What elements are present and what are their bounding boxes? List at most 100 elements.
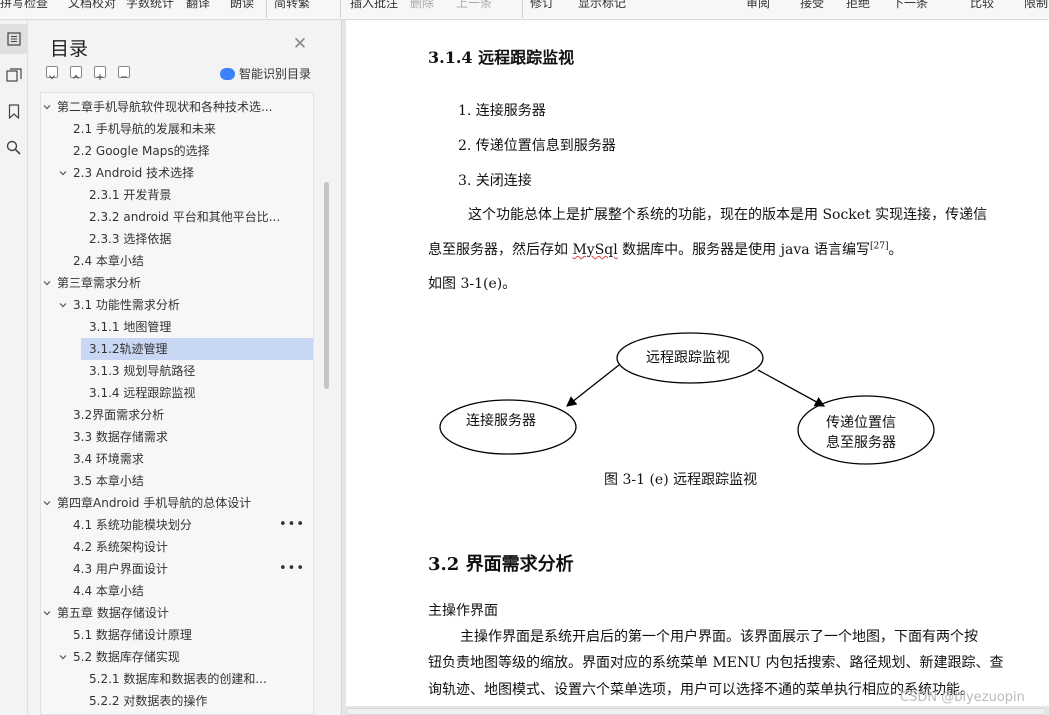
toc-scrollbar[interactable] [324,182,329,389]
chapter-icon [5,68,22,82]
smart-toc-button[interactable]: 智能识别目录 [220,65,311,82]
toc-item[interactable]: 第四章Android 手机导航的总体设计 [41,492,313,514]
toc-item-label: 第三章需求分析 [57,276,142,290]
toc-item[interactable]: 4.2 系统架构设计 [41,536,313,558]
toc-panel-button[interactable] [0,24,27,54]
bookmark-icon [8,103,19,119]
toc-item-label: 2.3 Android 技术选择 [73,166,195,180]
proofread-button[interactable]: 文档校对 [68,0,116,11]
toc-item[interactable]: 5.1 数据存储设计原理 [41,624,313,646]
toc-item[interactable]: 2.3.2 android 平台和其他平台比... [81,206,313,228]
toc-item[interactable]: 4.1 系统功能模块划分 ••• [41,514,313,536]
paragraph-line: 询轨迹、地图模式、设置六个菜单选项，用户可以选择不通的菜单执行相应的系统功能。 [428,682,974,698]
remove-heading-button[interactable] [118,66,130,78]
find-panel-button[interactable] [0,132,27,162]
translate-button[interactable]: 翻译 [186,0,210,11]
diagram-label-right-1: 传递位置信 [826,415,896,431]
prev-comment-button[interactable]: 上一条 [456,0,492,11]
toc-item[interactable]: 3.1.3 规划导航路径 [81,360,313,382]
convert-button[interactable]: 简转繁 [274,0,310,11]
toc-item[interactable]: 第五章 数据存储设计 [41,602,313,624]
toc-item[interactable]: 3.1.4 远程跟踪监视 [81,382,313,404]
toc-item[interactable]: 3.3 数据存储需求 [41,426,313,448]
toc-item[interactable]: 2.4 本章小结 [41,250,313,272]
toc-item-label: 第四章Android 手机导航的总体设计 [57,496,252,510]
toc-item[interactable]: 3.1.1 地图管理 [81,316,313,338]
horizontal-scrollbar[interactable] [346,708,1046,715]
spell-check-button[interactable]: 拼写检查 [0,0,48,11]
navigation-rail [0,20,28,715]
chevron-down-icon[interactable] [59,301,67,309]
toc-item[interactable]: 5.2.1 数据库和数据表的创建和... [81,668,313,690]
next-change-button[interactable]: 下一条 [892,0,928,11]
close-icon[interactable]: ✕ [292,36,308,53]
chevron-down-icon[interactable] [43,499,51,507]
toc-item[interactable]: 第二章手机导航软件现状和各种技术选... [41,96,313,118]
document-page[interactable]: 3.1.4 远程跟踪监视 1. 连接服务器 2. 传递位置信息到服务器 3. 关… [346,20,1049,706]
chevron-down-icon[interactable] [59,653,67,661]
toc-item-label: 3.3 数据存储需求 [73,430,168,444]
insert-comment-button[interactable]: 插入批注 [350,0,398,11]
restrict-button[interactable]: 限制 [1024,0,1048,11]
diagram-label-left: 连接服务器 [466,413,536,429]
toc-item-label: 2.2 Google Maps的选择 [73,144,210,158]
toc-item[interactable]: 5.2 数据库存储实现 [41,646,313,668]
delete-comment-button[interactable]: 删除 [410,0,434,11]
read-aloud-button[interactable]: 朗读 [230,0,254,11]
compare-button[interactable]: 比较 [970,0,994,11]
chapter-nav-button[interactable] [0,60,27,90]
word-count-button[interactable]: 字数统计 [126,0,174,11]
accept-button[interactable]: 接受 [800,0,824,11]
toc-item[interactable]: 2.3.3 选择依据 [81,228,313,250]
more-icon[interactable]: ••• [279,558,305,580]
chevron-down-icon[interactable] [43,279,51,287]
toc-item-label: 3.5 本章小结 [73,474,144,488]
toc-item[interactable]: 2.3 Android 技术选择 [41,162,313,184]
review-toolbar: 拼写检查 文档校对 字数统计 翻译 朗读 简转繁 插入批注 删除 上一条 修订 … [0,0,1049,20]
toc-item[interactable]: 3.1.2轨迹管理 [81,338,313,360]
minus-icon [121,76,127,78]
toc-item[interactable]: 3.4 环境需求 [41,448,313,470]
collapse-all-button[interactable] [70,66,82,79]
toc-item[interactable]: 4.4 本章小结 [41,580,313,602]
toc-item[interactable]: 3.2界面需求分析 [41,404,313,426]
diagram-label-right-2: 息至服务器 [826,435,896,451]
toc-item[interactable]: 2.3.1 开发背景 [81,184,313,206]
toc-item-label: 4.3 用户界面设计 [73,562,168,576]
toc-item-label: 5.2.1 数据库和数据表的创建和... [89,672,267,686]
expand-all-button[interactable] [46,66,58,80]
diagram-arrow-left [565,364,620,407]
show-markup-button[interactable]: 显示标记 [578,0,626,11]
search-icon [6,140,21,155]
toc-item[interactable]: 2.2 Google Maps的选择 [41,140,313,162]
toc-item-label: 第五章 数据存储设计 [57,606,169,620]
toc-item-label: 3.1 功能性需求分析 [73,298,180,312]
toc-item[interactable]: 4.3 用户界面设计 ••• [41,558,313,580]
chevron-down-icon[interactable] [43,609,51,617]
robot-icon [220,67,235,80]
document-editor-window: 拼写检查 文档校对 字数统计 翻译 朗读 简转繁 插入批注 删除 上一条 修订 … [0,0,1049,715]
track-changes-button[interactable]: 修订 [530,0,554,11]
toolbar-separator [340,0,341,18]
smart-toc-label: 智能识别目录 [239,67,312,81]
chevron-down-icon[interactable] [43,103,51,111]
chevron-down-icon[interactable] [59,169,67,177]
toc-item[interactable]: 3.5 本章小结 [41,470,313,492]
toc-item-label: 2.4 本章小结 [73,254,144,268]
add-heading-button[interactable] [94,66,106,80]
toc-item[interactable]: 第三章需求分析 [41,272,313,294]
bookmark-panel-button[interactable] [0,96,27,126]
toc-item[interactable]: 3.1 功能性需求分析 [41,294,313,316]
toolbar-separator [266,0,267,18]
toc-title: 目录 [50,38,89,60]
toc-item-label: 2.1 手机导航的发展和未来 [73,122,216,136]
toc-item-label: 4.4 本章小结 [73,584,144,598]
toc-item-label: 5.2 数据库存储实现 [73,650,180,664]
review-button[interactable]: 审阅 [746,0,770,11]
toc-item[interactable]: 5.2.2 对数据表的操作 [81,690,313,712]
toc-list: 第二章手机导航软件现状和各种技术选... 2.1 手机导航的发展和未来 2.2 Go… [40,92,314,715]
toc-item[interactable]: 2.1 手机导航的发展和未来 [41,118,313,140]
toc-item-label: 3.1.3 规划导航路径 [89,364,196,378]
more-icon[interactable]: ••• [279,514,305,536]
reject-button[interactable]: 拒绝 [846,0,870,11]
